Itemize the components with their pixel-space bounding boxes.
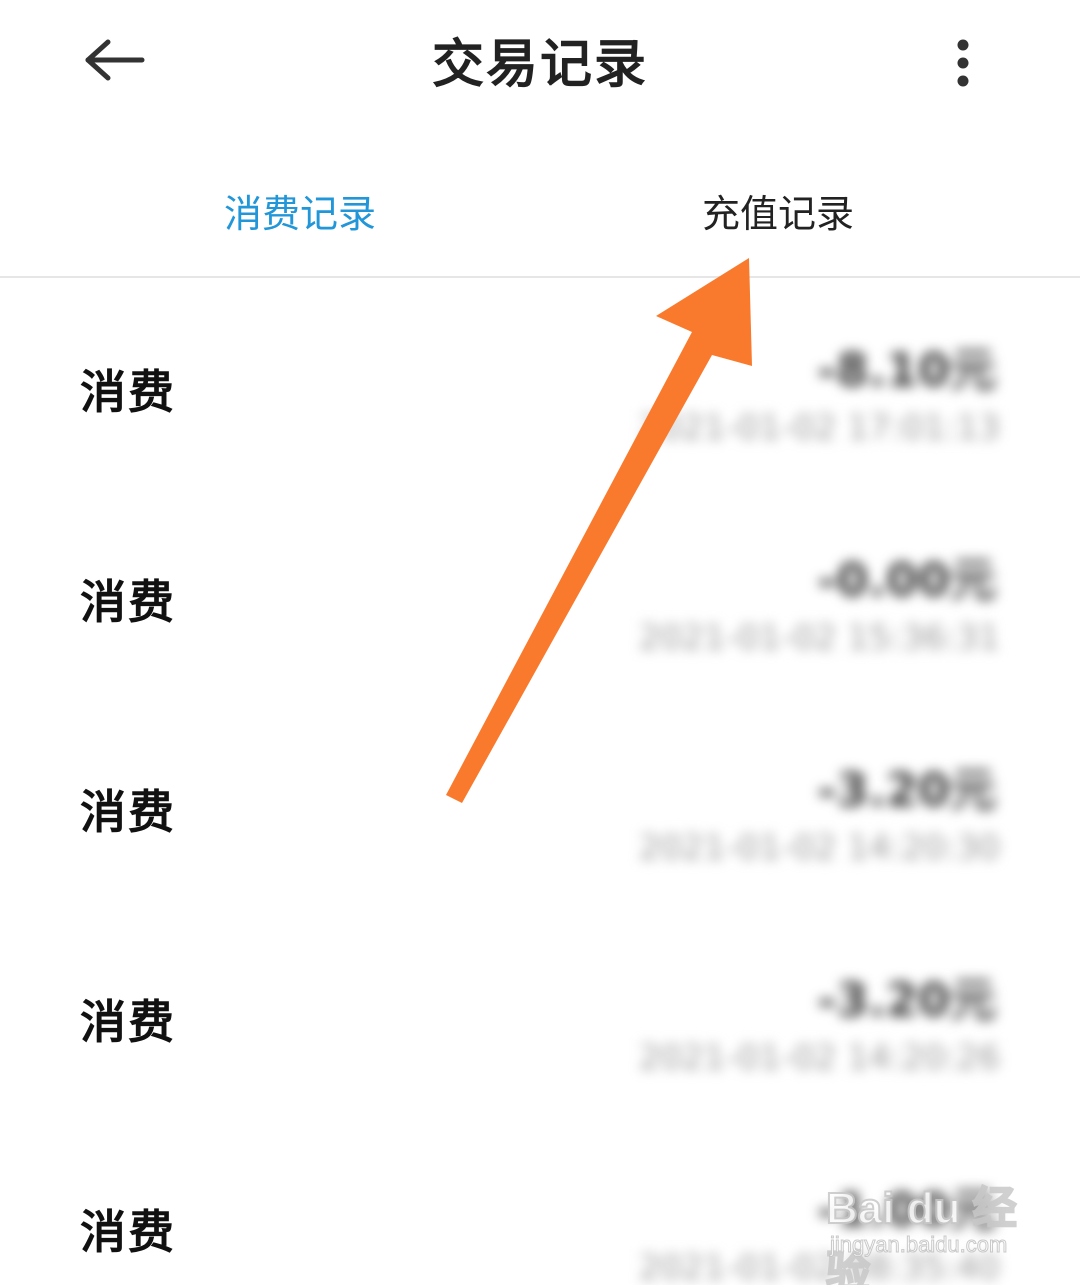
watermark-url: jingyan.baidu.com — [829, 1232, 1008, 1258]
tab-consumption-records[interactable]: 消费记录 — [150, 184, 450, 244]
record-type: 消费 — [80, 1205, 176, 1259]
page-title: 交易记录 — [431, 35, 648, 95]
watermark-brand: Bai du 经验 — [825, 1183, 1018, 1285]
top-app-bar: 交易记录 — [0, 0, 1080, 120]
record-time: 2021-01-02 14:20:30 — [638, 828, 1000, 868]
more-vertical-icon — [957, 39, 969, 87]
record-type: 消费 — [80, 365, 176, 419]
record-list: 消费 -8.10元 2021-01-02 17:01:13 消费 -0.00元 … — [0, 280, 1080, 1285]
record-type: 消费 — [80, 575, 176, 629]
more-options-button[interactable] — [930, 30, 996, 96]
record-amount: -8.10元 — [817, 343, 996, 397]
tab-recharge-records[interactable]: 充值记录 — [628, 184, 928, 244]
record-row[interactable]: 消费 -3.20元 2021-01-02 14:20:26 — [0, 910, 1080, 1120]
record-type: 消费 — [80, 785, 176, 839]
record-time: 2021-01-02 15:36:31 — [638, 618, 1000, 658]
record-tabs: 消费记录 充值记录 — [0, 170, 1080, 278]
record-amount: -3.20元 — [817, 763, 996, 817]
baidu-jingyan-watermark: Bai du 经验 jingyan.baidu.com — [825, 1168, 1036, 1285]
record-amount: -3.20元 — [817, 973, 996, 1027]
record-row[interactable]: 消费 -8.10元 2021-01-02 17:01:13 — [0, 280, 1080, 490]
record-row[interactable]: 消费 -0.00元 2021-01-02 15:36:31 — [0, 490, 1080, 700]
record-amount: -0.00元 — [817, 553, 996, 607]
transaction-records-screen: 交易记录 消费记录 充值记录 消费 -8.10元 2021-01-02 17:0… — [0, 0, 1080, 1285]
record-time: 2021-01-02 17:01:13 — [638, 408, 1000, 448]
record-type: 消费 — [80, 995, 176, 1049]
record-row[interactable]: 消费 -3.20元 2021-01-02 14:20:30 — [0, 700, 1080, 910]
record-time: 2021-01-02 14:20:26 — [638, 1038, 1000, 1078]
